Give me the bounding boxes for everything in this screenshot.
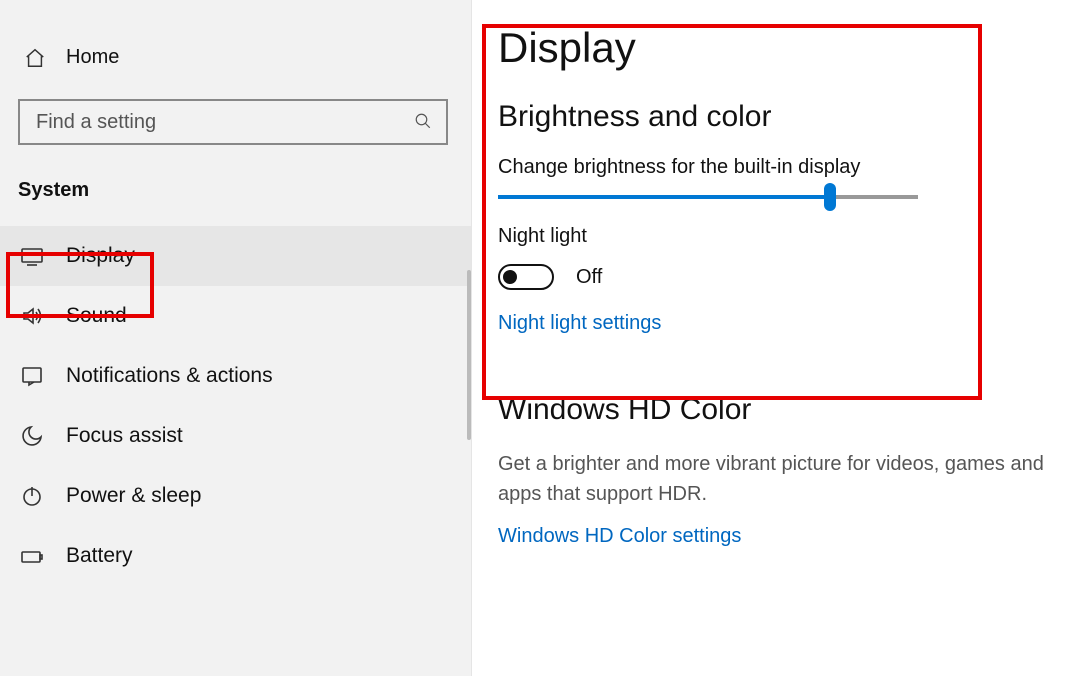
sidebar-item-label: Display — [66, 244, 135, 268]
search-input[interactable] — [34, 110, 414, 135]
sidebar-item-label: Notifications & actions — [66, 364, 273, 388]
focus-assist-icon — [20, 424, 44, 448]
section-brightness-color: Brightness and color — [498, 100, 1089, 134]
toggle-knob — [503, 270, 517, 284]
home-icon — [24, 47, 46, 69]
sidebar-item-display[interactable]: Display — [0, 226, 471, 286]
brightness-label: Change brightness for the built-in displ… — [498, 156, 1089, 179]
sidebar-item-notifications[interactable]: Notifications & actions — [0, 346, 471, 406]
sound-icon — [20, 304, 44, 328]
sidebar-item-battery[interactable]: Battery — [0, 526, 471, 586]
night-light-toggle[interactable] — [498, 264, 554, 290]
search-icon — [414, 112, 434, 132]
slider-thumb[interactable] — [824, 183, 836, 211]
brightness-slider[interactable] — [498, 195, 1089, 199]
sidebar-item-power-sleep[interactable]: Power & sleep — [0, 466, 471, 526]
nav-list: Display Sound — [0, 216, 471, 586]
hd-color-settings-link[interactable]: Windows HD Color settings — [498, 525, 741, 548]
page-title: Display — [498, 24, 1089, 72]
sidebar-scrollbar[interactable] — [467, 270, 471, 440]
sidebar-item-label: Focus assist — [66, 424, 183, 448]
battery-icon — [20, 544, 44, 568]
hd-color-description: Get a brighter and more vibrant picture … — [498, 449, 1078, 509]
sidebar-item-focus-assist[interactable]: Focus assist — [0, 406, 471, 466]
sidebar-item-sound[interactable]: Sound — [0, 286, 471, 346]
display-icon — [20, 244, 44, 268]
search-box[interactable] — [18, 99, 448, 145]
highlight-box-main — [482, 24, 982, 400]
night-light-label: Night light — [498, 225, 1089, 248]
sidebar-item-label: Sound — [66, 304, 127, 328]
sidebar-item-label: Battery — [66, 544, 133, 568]
sidebar: Home System Display — [0, 0, 472, 676]
section-windows-hd-color: Windows HD Color — [498, 393, 1089, 427]
night-light-state: Off — [576, 266, 602, 289]
main-content: Display Brightness and color Change brig… — [472, 0, 1089, 676]
home-label: Home — [66, 46, 119, 69]
night-light-settings-link[interactable]: Night light settings — [498, 312, 661, 335]
home-nav[interactable]: Home — [0, 34, 471, 81]
sidebar-section-title: System — [0, 145, 471, 216]
sidebar-item-label: Power & sleep — [66, 484, 201, 508]
power-icon — [20, 484, 44, 508]
notifications-icon — [20, 364, 44, 388]
